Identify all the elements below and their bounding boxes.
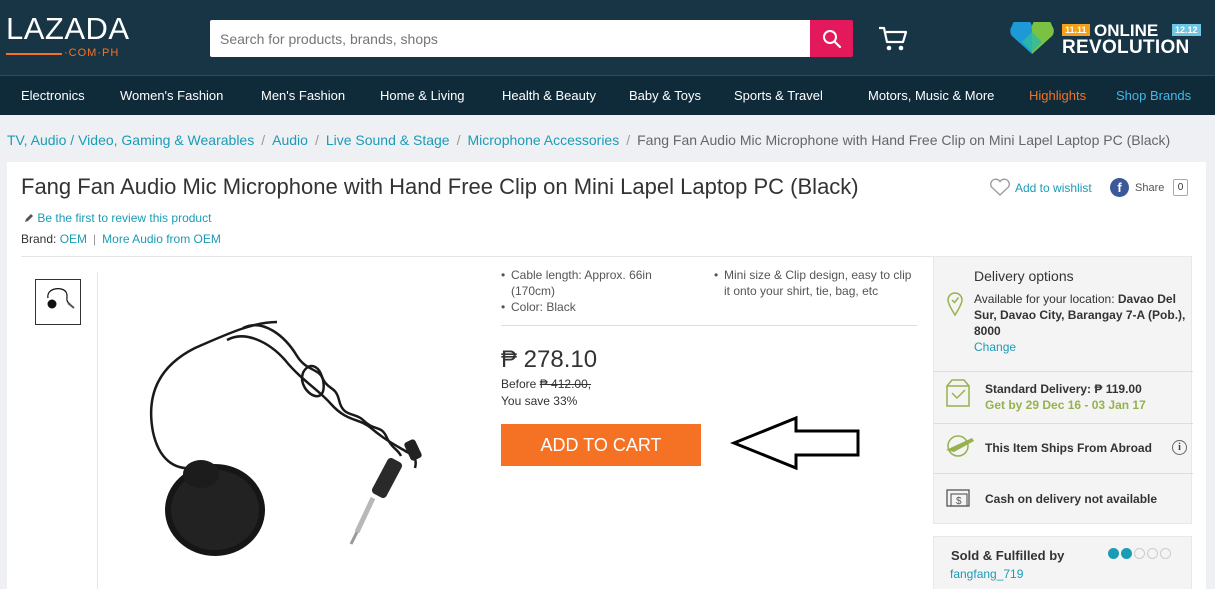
more-from-brand-link[interactable]: More Audio from OEM [102, 232, 221, 246]
brand-separator: | [93, 232, 97, 246]
ships-from-abroad: This Item Ships From Abroad [985, 441, 1152, 455]
nav-health-beauty[interactable]: Health & Beauty [502, 88, 596, 103]
delivery-location: Available for your location: Davao Del S… [974, 291, 1186, 339]
feature-item: Mini size & Clip design, easy to clip it… [714, 267, 914, 299]
breadcrumb-separator: / [456, 132, 461, 148]
product-title: Fang Fan Audio Mic Microphone with Hand … [21, 174, 859, 199]
delivery-box-icon [946, 379, 970, 407]
feature-list-left: Cable length: Approx. 66in (170cm) Color… [501, 267, 691, 315]
change-location-link[interactable]: Change [974, 340, 1016, 354]
brand-link[interactable]: OEM [60, 232, 87, 246]
rating-star-filled-icon [1121, 548, 1132, 559]
logo-text: LAZADA [6, 11, 130, 46]
search-box [210, 20, 810, 57]
breadcrumb-item[interactable]: Microphone Accessories [467, 132, 619, 148]
svg-text:$: $ [956, 496, 962, 507]
sold-by-label: Sold & Fulfilled by [951, 548, 1065, 563]
nav-womens-fashion[interactable]: Women's Fashion [120, 88, 223, 103]
pencil-icon [25, 214, 33, 222]
lazada-logo[interactable]: LAZADA ·COM·PH [6, 11, 130, 59]
product-thumbnail[interactable] [35, 279, 81, 325]
promo-tag-left: 11.11 [1062, 24, 1090, 36]
facebook-icon: f [1110, 178, 1129, 197]
cash-on-delivery-status: Cash on delivery not available [985, 492, 1158, 506]
heart-icon [990, 178, 1010, 196]
facebook-share-button[interactable]: f Share 0 [1110, 178, 1188, 198]
standard-delivery-dates: Get by 29 Dec 16 - 03 Jan 17 [985, 398, 1146, 412]
wishlist-label: Add to wishlist [1015, 181, 1092, 195]
review-label: Be the first to review this product [37, 211, 212, 225]
nav-shop-brands[interactable]: Shop Brands [1116, 88, 1191, 103]
left-arrow-annotation-icon [730, 415, 860, 471]
microphone-thumbnail-image [47, 288, 75, 309]
promo-line2: REVOLUTION [1062, 37, 1190, 58]
breadcrumb: TV, Audio / Video, Gaming & Wearables / Au… [7, 132, 1170, 148]
feature-item: Cable length: Approx. 66in (170cm) [501, 267, 691, 299]
plane-globe-icon [946, 435, 974, 457]
nav-sports-travel[interactable]: Sports & Travel [734, 88, 823, 103]
add-to-cart-button[interactable]: ADD TO CART [501, 424, 701, 466]
feature-list-right: Mini size & Clip design, easy to clip it… [714, 267, 914, 299]
current-price: ₱ 278.10 [501, 346, 598, 373]
seller-name-link[interactable]: fangfang_719 [950, 567, 1023, 581]
microphone-product-image[interactable] [135, 300, 435, 570]
nav-electronics[interactable]: Electronics [21, 88, 85, 103]
delivery-divider [934, 473, 1193, 474]
breadcrumb-separator: / [626, 132, 631, 148]
seller-rating [1108, 548, 1173, 559]
delivery-divider [934, 371, 1193, 372]
save-label: You save [501, 394, 550, 408]
rating-star-filled-icon [1108, 548, 1119, 559]
cart-button[interactable] [878, 25, 908, 53]
nav-baby-toys[interactable]: Baby & Toys [629, 88, 701, 103]
header-divider [21, 256, 933, 257]
save-value: 33% [553, 394, 578, 408]
nav-home-living[interactable]: Home & Living [380, 88, 465, 103]
share-label: Share [1135, 182, 1165, 194]
cash-icon: $ [946, 489, 970, 507]
gallery-divider [97, 272, 98, 589]
add-to-wishlist-button[interactable]: Add to wishlist [989, 178, 1099, 198]
promo-tag-right: 12.12 [1172, 24, 1201, 36]
delivery-heading: Delivery options [974, 268, 1074, 284]
search-icon [822, 29, 841, 48]
cart-icon [879, 26, 908, 51]
online-revolution-banner[interactable]: 11.11 ONLINE 12.12 REVOLUTION [1008, 21, 1201, 58]
heart-logo-icon [1010, 22, 1054, 54]
nav-motors-music[interactable]: Motors, Music & More [868, 88, 994, 103]
breadcrumb-item[interactable]: Audio [272, 132, 308, 148]
share-count: 0 [1173, 179, 1188, 196]
delivery-divider [934, 423, 1193, 424]
rating-star-empty-icon [1147, 548, 1158, 559]
before-label: Before [501, 377, 537, 391]
logo-underline [6, 53, 62, 55]
breadcrumb-separator: / [314, 132, 319, 148]
rating-star-empty-icon [1134, 548, 1145, 559]
location-pin-icon [947, 292, 963, 317]
breadcrumb-separator: / [261, 132, 266, 148]
original-price: ₱ 412.00, [539, 377, 592, 391]
standard-delivery: Standard Delivery: ₱ 119.00 [985, 382, 1142, 396]
feature-item: Color: Black [501, 299, 691, 315]
description-divider [501, 325, 917, 326]
info-icon[interactable]: i [1172, 440, 1187, 455]
review-link[interactable]: Be the first to review this product [24, 211, 211, 225]
rating-star-empty-icon [1160, 548, 1171, 559]
search-input[interactable] [210, 20, 810, 57]
breadcrumb-item[interactable]: TV, Audio / Video, Gaming & Wearables [7, 132, 254, 148]
savings-line: You save 33% [501, 394, 577, 408]
location-label: Available for your location: [974, 292, 1115, 306]
nav-highlights[interactable]: Highlights [1029, 88, 1086, 103]
brand-line: Brand: OEM | More Audio from OEM [21, 232, 221, 246]
search-button[interactable] [810, 20, 853, 57]
breadcrumb-item[interactable]: Live Sound & Stage [326, 132, 450, 148]
original-price-line: Before ₱ 412.00, [501, 377, 591, 391]
brand-label: Brand: [21, 232, 57, 246]
logo-domain: ·COM·PH [64, 47, 120, 59]
breadcrumb-current: Fang Fan Audio Mic Microphone with Hand … [637, 132, 1171, 148]
category-nav: Electronics Women's Fashion Men's Fashio… [0, 75, 1215, 115]
nav-mens-fashion[interactable]: Men's Fashion [261, 88, 345, 103]
